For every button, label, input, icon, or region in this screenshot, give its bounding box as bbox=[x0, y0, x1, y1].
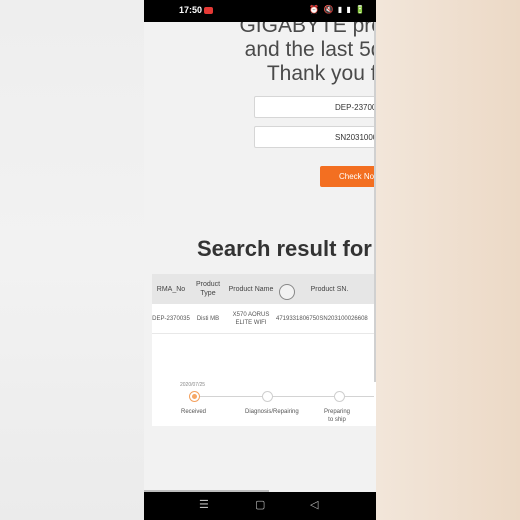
cell-product-name: X570 AORUS ELITE WIFI bbox=[232, 312, 270, 326]
timeline-step-received-dot bbox=[189, 391, 200, 402]
rma-number-input[interactable]: DEP-2370035 bbox=[254, 96, 376, 118]
intro-text: GIGABYTE product, pleas and the last 5di… bbox=[152, 22, 376, 86]
header-rma-no: RMA_No bbox=[156, 285, 186, 293]
serial-number-input[interactable]: SN203100026608 bbox=[254, 126, 376, 148]
cell-product-sn: 4719331806750SN203100026608 bbox=[276, 316, 368, 322]
timeline-track bbox=[194, 396, 374, 397]
screen-record-icon bbox=[204, 7, 213, 14]
timeline-step-shipping-dot bbox=[334, 391, 345, 402]
status-time: 17:50 bbox=[179, 5, 203, 15]
header-product-type: Product Type bbox=[195, 281, 221, 297]
timeline-step-shipping-label: Preparing to ship bbox=[323, 409, 350, 423]
background-left bbox=[0, 0, 144, 520]
header-product-sn: Product SN. bbox=[310, 285, 349, 293]
timeline-step-received-label: Received bbox=[181, 409, 207, 415]
header-product-name: Product Name bbox=[228, 285, 274, 293]
search-result-title: Search result for bbox=[197, 236, 372, 261]
background-right bbox=[376, 0, 520, 520]
table-header: RMA_No Product Type Product Name Product… bbox=[152, 274, 376, 304]
status-icons: ⏰ 🔇 ▮ ▮ 🔋 bbox=[309, 5, 366, 14]
timeline-step-diagnosis-label: Diagnosis/Repairing bbox=[245, 409, 299, 415]
web-content: GIGABYTE product, pleas and the last 5di… bbox=[144, 22, 376, 492]
vertical-scrollbar[interactable] bbox=[374, 22, 376, 382]
intro-line-1: GIGABYTE product, pleas bbox=[239, 22, 376, 37]
cell-product-type: Disti MB bbox=[196, 316, 220, 322]
intro-line-3: Thank you for choos bbox=[266, 62, 376, 85]
table-row[interactable]: DEP-2370035 Disti MB X570 AORUS ELITE WI… bbox=[152, 304, 376, 334]
phone-screen: 17:50 ⏰ 🔇 ▮ ▮ 🔋 GIGABYTE product, pleas … bbox=[144, 0, 376, 520]
status-bar: 17:50 ⏰ 🔇 ▮ ▮ 🔋 bbox=[144, 0, 376, 22]
recent-apps-icon[interactable]: ☰ bbox=[199, 498, 209, 511]
rma-result-table: RMA_No Product Type Product Name Product… bbox=[152, 274, 376, 426]
intro-line-2: and the last 5digits of pro bbox=[244, 38, 376, 61]
check-now-button[interactable]: Check Now bbox=[320, 166, 376, 187]
system-nav-bar: ☰ ▢ ◁ bbox=[144, 492, 376, 520]
cell-rma-no: DEP-2370035 bbox=[152, 316, 190, 322]
home-icon[interactable]: ▢ bbox=[255, 498, 265, 511]
timeline-date: 2020/07/25 bbox=[180, 382, 206, 388]
back-icon[interactable]: ◁ bbox=[310, 498, 318, 511]
timeline-step-diagnosis-dot bbox=[262, 391, 273, 402]
